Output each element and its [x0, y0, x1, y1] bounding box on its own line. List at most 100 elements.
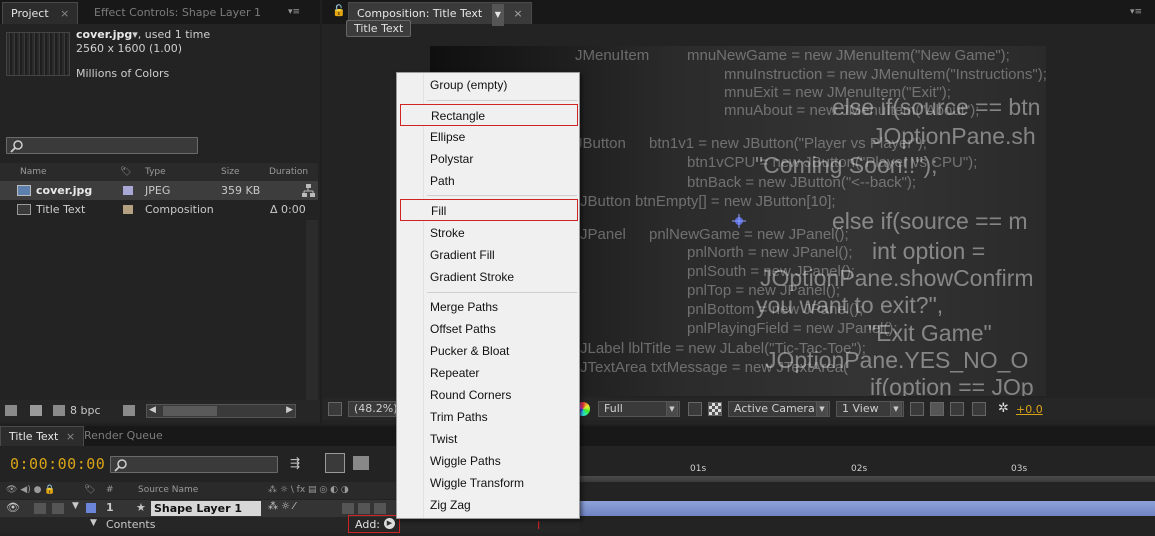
menu-item-wiggle-transform[interactable]: Wiggle Transform: [397, 472, 579, 494]
column-type[interactable]: Type: [145, 165, 166, 180]
current-time-display[interactable]: 0:00:00:00: [10, 455, 105, 473]
menu-item-rectangle[interactable]: Rectangle: [400, 104, 578, 126]
menu-item-gradient-fill[interactable]: Gradient Fill: [397, 244, 579, 266]
anchor-point-icon[interactable]: [732, 214, 746, 228]
timeline-search-input[interactable]: [110, 456, 278, 473]
code-line: JPanel: [580, 226, 626, 243]
3d-cube-icon[interactable]: [353, 456, 369, 470]
expand-triangle-icon[interactable]: ▼: [72, 501, 79, 511]
contents-row[interactable]: ▼ Contents Add: ▶: [0, 515, 580, 533]
panel-menu-icon[interactable]: ▾≡: [286, 6, 302, 18]
code-line: else if(source == btn: [832, 94, 1041, 120]
layer-label-swatch[interactable]: [86, 503, 96, 513]
work-area-bar[interactable]: [580, 476, 1155, 482]
layer-duration-bar[interactable]: [580, 501, 1155, 516]
chevron-down-icon[interactable]: ▼: [666, 401, 678, 417]
menu-item-trim-paths[interactable]: Trim Paths: [397, 406, 579, 428]
menu-item-round-corners[interactable]: Round Corners: [397, 384, 579, 406]
column-size[interactable]: Size: [221, 165, 239, 180]
ruler-label: 02s: [851, 464, 868, 474]
flowchart-icon[interactable]: [302, 181, 316, 198]
exposure-reset-icon[interactable]: ✲: [998, 401, 1009, 416]
tab-effect-controls[interactable]: Effect Controls: Shape Layer 1: [86, 2, 269, 24]
layer-name[interactable]: Shape Layer 1: [151, 501, 261, 516]
composition-dropdown-icon[interactable]: ▼: [491, 4, 504, 26]
column-name[interactable]: Name: [20, 165, 47, 180]
chevron-down-icon[interactable]: ▼: [890, 401, 902, 417]
menu-item-offset-paths[interactable]: Offset Paths: [397, 318, 579, 340]
tab-project[interactable]: Project ×: [2, 2, 79, 24]
chevron-down-icon[interactable]: ▼: [816, 401, 828, 417]
bpc-label[interactable]: 8 bpc: [70, 404, 101, 417]
expand-triangle-icon[interactable]: ▼: [90, 518, 97, 528]
selected-item-name[interactable]: cover.jpg: [76, 28, 132, 41]
menu-item-ellipse[interactable]: Ellipse: [397, 126, 579, 148]
tab-title-text[interactable]: Title Text ×: [0, 426, 85, 446]
camera-dropdown[interactable]: Active Camera: [728, 401, 830, 417]
label-column-icon: 🏷: [84, 485, 96, 495]
breadcrumb-title-text[interactable]: Title Text: [346, 20, 412, 37]
region-of-interest-icon[interactable]: [688, 402, 702, 416]
transparency-grid-icon[interactable]: [708, 402, 722, 416]
interpret-footage-icon[interactable]: [5, 405, 17, 416]
menu-item-polystar[interactable]: Polystar: [397, 148, 579, 170]
project-scrollbar[interactable]: [306, 220, 318, 400]
scroll-left-icon[interactable]: ◀: [149, 405, 156, 415]
menu-item-stroke[interactable]: Stroke: [397, 222, 579, 244]
lock-toggle[interactable]: [52, 503, 64, 514]
add-menu-button[interactable]: Add: ▶: [348, 515, 400, 533]
scroll-thumb[interactable]: [163, 406, 217, 416]
project-item-row[interactable]: Title Text Composition Δ 0:00: [0, 200, 318, 219]
menu-item-gradient-stroke[interactable]: Gradient Stroke: [397, 266, 579, 288]
panel-menu-icon[interactable]: ▾≡: [1128, 6, 1144, 18]
exposure-value[interactable]: +0.0: [1016, 403, 1043, 416]
toggle-pixel-aspect-icon[interactable]: [910, 402, 924, 416]
close-icon[interactable]: ×: [60, 7, 69, 20]
menu-item-twist[interactable]: Twist: [397, 428, 579, 450]
tab-render-queue[interactable]: Render Queue: [76, 426, 171, 446]
trash-icon[interactable]: [123, 405, 135, 416]
column-duration[interactable]: Duration: [269, 165, 308, 180]
flowchart-icon[interactable]: [972, 402, 986, 416]
horizontal-scrollbar[interactable]: ◀ ▶: [146, 404, 296, 418]
code-line: btnBack = new JButton("<--back");: [687, 174, 917, 191]
menu-item-repeater[interactable]: Repeater: [397, 362, 579, 384]
menu-item-pucker-bloat[interactable]: Pucker & Bloat: [397, 340, 579, 362]
project-item-row[interactable]: cover.jpg JPEG 359 KB: [0, 181, 318, 200]
scroll-right-icon[interactable]: ▶: [286, 405, 293, 415]
project-item-type: JPEG: [145, 184, 171, 197]
label-swatch[interactable]: [123, 186, 133, 195]
lock-icon[interactable]: 🔓: [332, 4, 346, 17]
new-composition-icon[interactable]: [53, 405, 65, 416]
menu-item-path[interactable]: Path: [397, 170, 579, 192]
column-source-name[interactable]: Source Name: [138, 482, 198, 499]
code-line: mnuNewGame = new JMenuItem("New Game");: [687, 47, 1010, 64]
add-label: Add:: [355, 518, 381, 531]
layer-switches[interactable]: ⁂ ☼ ⁄: [268, 501, 295, 512]
timeline-icon[interactable]: [950, 402, 964, 416]
menu-item-merge-paths[interactable]: Merge Paths: [397, 296, 579, 318]
label-swatch[interactable]: [123, 205, 133, 214]
thumbnail-image: [6, 32, 70, 76]
solo-toggle[interactable]: [34, 503, 46, 514]
draft-3d-icon[interactable]: [325, 453, 345, 473]
zoom-field[interactable]: (48.2%): [348, 401, 398, 417]
project-search-input[interactable]: [6, 137, 198, 154]
switch-box[interactable]: [374, 503, 386, 514]
close-icon[interactable]: ×: [513, 7, 522, 20]
close-icon[interactable]: ×: [66, 430, 75, 443]
menu-item-zig-zag[interactable]: Zig Zag: [397, 494, 579, 516]
menu-item-wiggle-paths[interactable]: Wiggle Paths: [397, 450, 579, 472]
switch-box[interactable]: [342, 503, 354, 514]
new-folder-icon[interactable]: [30, 405, 42, 416]
label-column-icon[interactable]: 🏷: [120, 165, 131, 180]
menu-item-fill[interactable]: Fill: [400, 199, 578, 221]
menu-item-group-empty[interactable]: Group (empty): [397, 74, 579, 96]
switch-box[interactable]: [358, 503, 370, 514]
project-bottom-bar: 8 bpc ◀ ▶: [0, 400, 320, 422]
visibility-icon[interactable]: 👁: [6, 501, 20, 514]
magnification-icon[interactable]: [328, 402, 342, 416]
fast-previews-icon[interactable]: [930, 402, 944, 416]
composition-mini-flowchart-icon[interactable]: ⇶: [290, 456, 300, 470]
selected-item-dimensions: 2560 x 1600 (1.00): [76, 42, 183, 55]
